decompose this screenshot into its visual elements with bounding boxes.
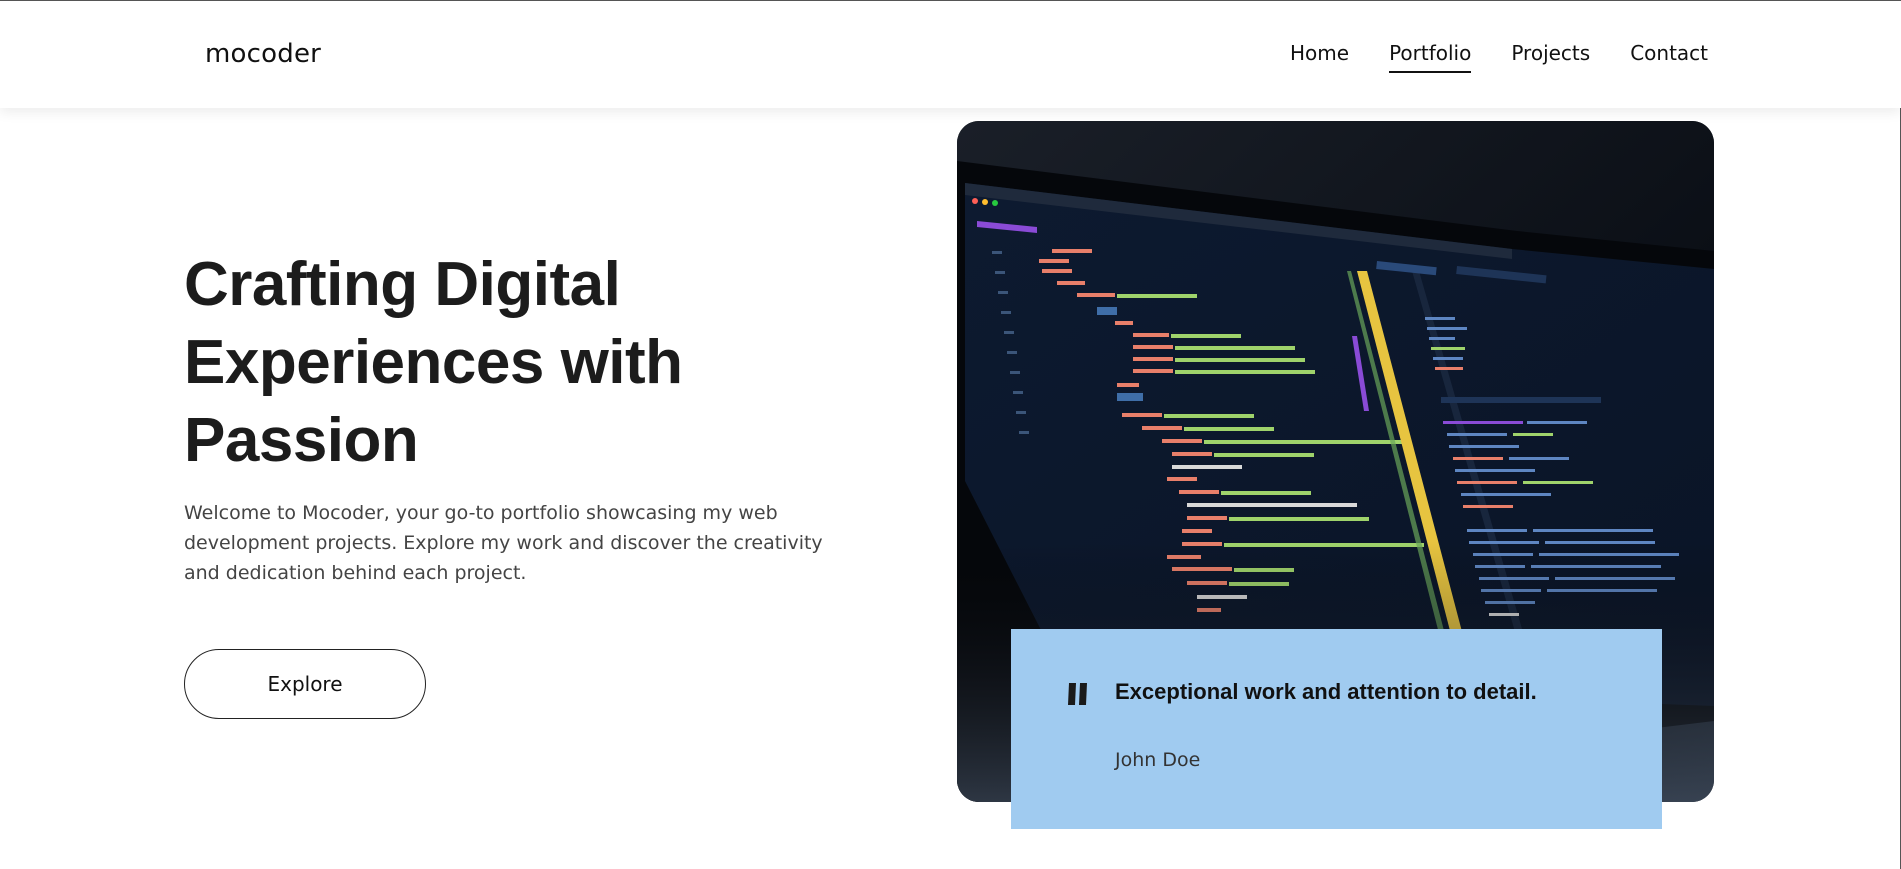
site-logo[interactable]: mocoder — [205, 39, 321, 69]
hero-title-line: Experiences with — [184, 328, 683, 397]
nav-item-projects[interactable]: Projects — [1511, 41, 1590, 73]
testimonial-quote: Exceptional work and attention to detail… — [1115, 679, 1537, 704]
main-nav: Home Portfolio Projects Contact — [1290, 41, 1708, 73]
hero-description: Welcome to Mocoder, your go-to portfolio… — [184, 502, 823, 584]
nav-item-contact[interactable]: Contact — [1630, 41, 1708, 73]
nav-item-home[interactable]: Home — [1290, 41, 1349, 73]
page: mocoder Home Portfolio Projects Contact … — [0, 0, 1901, 869]
site-header: mocoder Home Portfolio Projects Contact — [0, 1, 1901, 108]
hero-title-line: Passion — [184, 406, 419, 475]
explore-button[interactable]: Explore — [184, 649, 426, 719]
quote-icon — [1068, 683, 1087, 705]
nav-item-portfolio[interactable]: Portfolio — [1389, 41, 1472, 73]
hero-title: Crafting Digital Experiences with Passio… — [184, 246, 784, 480]
testimonial-author: John Doe — [1115, 749, 1201, 771]
testimonial-card: Exceptional work and attention to detail… — [1011, 629, 1662, 829]
hero-title-line: Crafting Digital — [184, 250, 621, 319]
